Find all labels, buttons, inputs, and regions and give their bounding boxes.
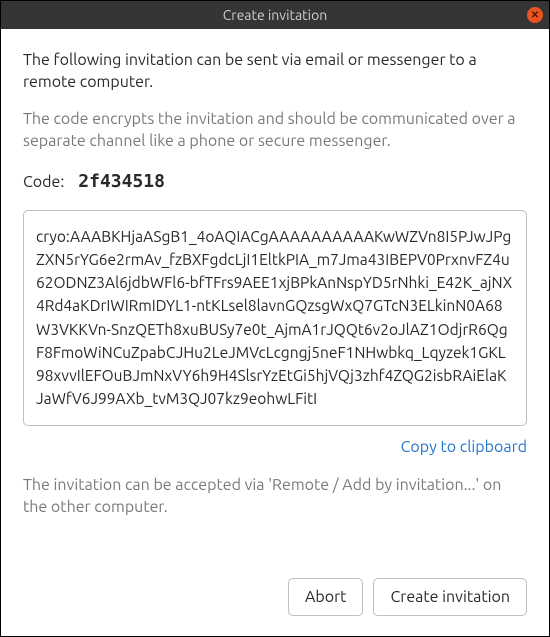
button-row: Abort Create invitation (23, 564, 527, 616)
window-title: Create invitation (223, 7, 328, 23)
spacer (23, 518, 527, 564)
titlebar: Create invitation ✕ (1, 1, 549, 29)
create-invitation-button[interactable]: Create invitation (373, 578, 527, 616)
copy-link-row: Copy to clipboard (23, 438, 527, 456)
copy-to-clipboard-link[interactable]: Copy to clipboard (401, 438, 527, 456)
encrypt-note: The code encrypts the invitation and sho… (23, 108, 527, 153)
close-icon[interactable]: ✕ (527, 7, 543, 23)
accept-note: The invitation can be accepted via 'Remo… (23, 474, 527, 519)
code-value: 2f434518 (78, 171, 165, 192)
invitation-textbox[interactable]: cryo:AAABKHjaASgB1_4oAQIACgAAAAAAAAAAKwW… (23, 210, 527, 426)
intro-text: The following invitation can be sent via… (23, 49, 527, 94)
abort-button[interactable]: Abort (288, 578, 363, 616)
code-row: Code: 2f434518 (23, 171, 527, 192)
dialog-content: The following invitation can be sent via… (1, 29, 549, 636)
code-label: Code: (23, 173, 64, 191)
